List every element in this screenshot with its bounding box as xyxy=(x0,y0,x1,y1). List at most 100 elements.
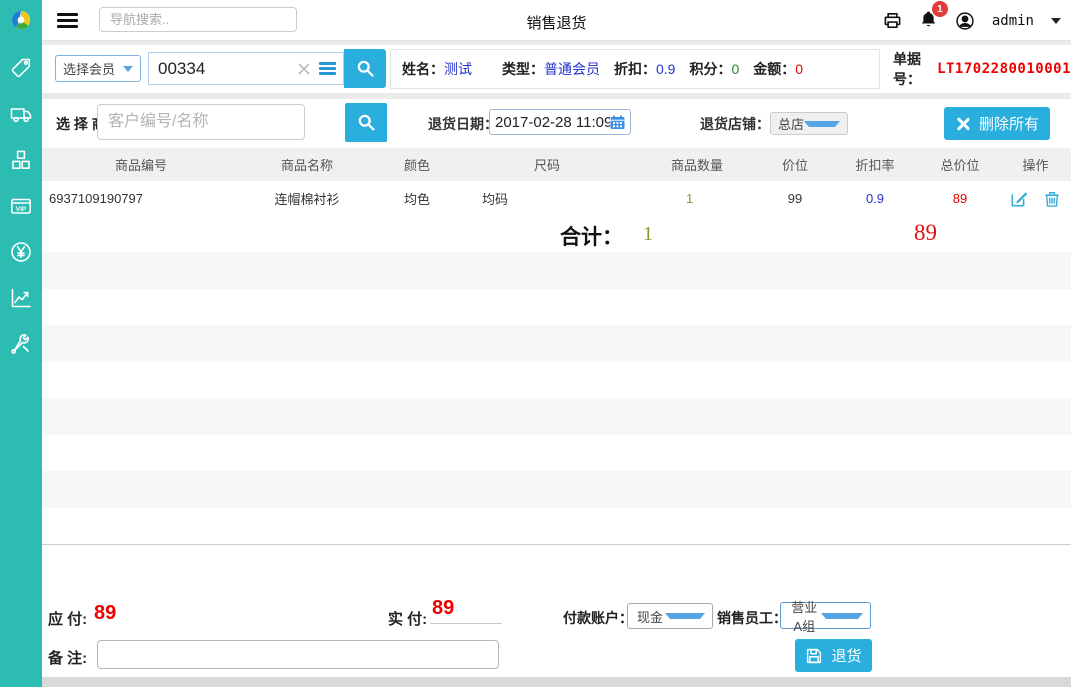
edit-row-icon[interactable] xyxy=(1009,189,1029,209)
select-caret-icon xyxy=(123,66,133,72)
member-type-select[interactable]: 选择会员 xyxy=(55,55,141,82)
delete-all-label: 删除所有 xyxy=(979,113,1039,134)
vip-icon-text: VIP xyxy=(16,206,27,213)
cubes-icon[interactable] xyxy=(9,148,33,172)
receipt-label: 单据号： xyxy=(893,49,933,89)
cell-quantity: 1 xyxy=(634,191,760,206)
sales-staff-select[interactable]: 营业A组 xyxy=(780,602,871,629)
member-list-icon[interactable] xyxy=(319,62,336,75)
return-submit-button[interactable]: 退货 xyxy=(795,639,872,672)
tag-icon[interactable] xyxy=(9,56,33,80)
topbar: 销售退货 1 admin xyxy=(42,0,1071,41)
col-quantity: 商品数量 xyxy=(634,155,760,174)
paid-input[interactable]: 89 xyxy=(430,597,502,624)
store-select-value: 总店 xyxy=(778,114,804,133)
print-icon[interactable] xyxy=(883,11,902,30)
select-caret-icon xyxy=(804,121,840,127)
return-date-label: 退货日期： xyxy=(428,114,498,134)
remark-input[interactable] xyxy=(97,640,499,669)
select-caret-icon xyxy=(821,613,864,619)
payment-account-select[interactable]: 现金 xyxy=(627,603,713,629)
staff-select-value: 营业A组 xyxy=(788,597,821,635)
col-size: 尺码 xyxy=(460,155,634,174)
col-product-name: 商品名称 xyxy=(240,155,374,174)
total-quantity: 1 xyxy=(643,223,653,246)
table-row: 6937109190797 连帽棉衬衫 均色 均码 1 99 0.9 89 xyxy=(42,181,1071,216)
empty-rows xyxy=(42,252,1071,545)
member-search-button[interactable] xyxy=(344,49,386,88)
yen-icon[interactable] xyxy=(9,240,33,264)
discount-value: 0.9 xyxy=(656,61,675,77)
member-info-box: 姓名：测试 类型：普通会员 折扣：0.9 积分：0 金额：0 xyxy=(390,49,880,89)
notification-badge: 1 xyxy=(932,1,948,17)
member-code-box xyxy=(148,52,344,85)
account-select-value: 现金 xyxy=(635,607,665,626)
cell-product-name: 连帽棉衬衫 xyxy=(240,189,374,208)
amount-value: 0 xyxy=(795,61,803,77)
amount-label: 金额： xyxy=(753,61,795,77)
payable-label: 应 付: xyxy=(48,608,87,629)
search-icon xyxy=(355,58,376,79)
return-store-label: 退货店铺： xyxy=(700,114,770,134)
sidebar: VIP xyxy=(0,0,42,687)
return-store-select[interactable]: 总店 xyxy=(770,112,848,135)
col-discount-rate: 折扣率 xyxy=(830,155,920,174)
app-logo-icon[interactable] xyxy=(9,8,33,32)
total-label: 合计： xyxy=(560,221,623,251)
payable-value: 89 xyxy=(94,602,116,625)
points-label: 积分： xyxy=(689,61,731,77)
col-price: 价位 xyxy=(760,155,830,174)
cell-size: 均码 xyxy=(460,189,634,208)
discount-label: 折扣： xyxy=(614,61,656,77)
cell-discount-rate: 0.9 xyxy=(830,191,920,206)
bottom-scrollbar-strip[interactable] xyxy=(42,677,1071,687)
main-panel: 选 择 商 品: 退货日期： 退货店铺： 总店 删除所有 商品编号 商品名称 颜… xyxy=(42,99,1071,677)
delete-all-button[interactable]: 删除所有 xyxy=(944,107,1050,140)
table-header: 商品编号 商品名称 颜色 尺码 商品数量 价位 折扣率 总价位 操作 xyxy=(42,148,1071,181)
user-menu-caret-icon[interactable] xyxy=(1051,18,1061,24)
return-date-input[interactable] xyxy=(495,114,610,131)
col-total-price: 总价位 xyxy=(920,155,1000,174)
receipt-value: LT1702280010001 xyxy=(937,61,1071,77)
total-row: 合计： 1 89 xyxy=(42,216,1071,252)
product-search-input[interactable] xyxy=(97,104,305,140)
paid-label: 实 付: xyxy=(388,608,427,629)
line-chart-icon[interactable] xyxy=(9,286,33,310)
paid-value: 89 xyxy=(432,597,454,619)
calendar-icon[interactable] xyxy=(610,115,625,130)
col-actions: 操作 xyxy=(1000,155,1071,174)
cell-total-price: 89 xyxy=(920,191,1000,206)
vip-card-icon[interactable]: VIP xyxy=(9,194,33,218)
search-icon xyxy=(356,112,377,133)
member-code-input[interactable] xyxy=(149,59,296,79)
member-select-value: 选择会员 xyxy=(63,59,115,78)
member-bar: 选择会员 姓名：测试 类型：普通会员 折扣：0.9 积分：0 金额：0 单据号：… xyxy=(42,45,1071,93)
delete-x-icon xyxy=(955,116,971,132)
col-color: 颜色 xyxy=(374,155,460,174)
user-avatar-icon[interactable] xyxy=(955,11,975,31)
total-amount: 89 xyxy=(914,220,937,246)
cell-price: 99 xyxy=(760,191,830,206)
save-floppy-icon xyxy=(805,647,823,665)
cell-color: 均色 xyxy=(374,189,460,208)
cell-product-code: 6937109190797 xyxy=(42,191,240,206)
type-label: 类型： xyxy=(502,61,544,77)
name-label: 姓名： xyxy=(402,61,444,77)
username-label[interactable]: admin xyxy=(992,13,1034,29)
product-search-button[interactable] xyxy=(345,103,387,142)
clear-input-icon[interactable] xyxy=(296,61,312,77)
receipt-number: 单据号： LT1702280010001 xyxy=(893,45,1071,93)
delete-row-icon[interactable] xyxy=(1042,189,1062,209)
remark-label: 备 注: xyxy=(48,647,87,668)
return-button-label: 退货 xyxy=(831,645,861,666)
account-label: 付款账户： xyxy=(563,608,633,628)
col-product-code: 商品编号 xyxy=(42,155,240,174)
select-caret-icon xyxy=(665,613,705,619)
return-date-field[interactable] xyxy=(489,109,631,135)
points-value: 0 xyxy=(731,61,739,77)
truck-icon[interactable] xyxy=(9,102,33,126)
type-value: 普通会员 xyxy=(544,61,600,77)
staff-label: 销售员工： xyxy=(717,608,787,628)
tools-icon[interactable] xyxy=(9,332,33,356)
name-value: 测试 xyxy=(444,61,472,77)
